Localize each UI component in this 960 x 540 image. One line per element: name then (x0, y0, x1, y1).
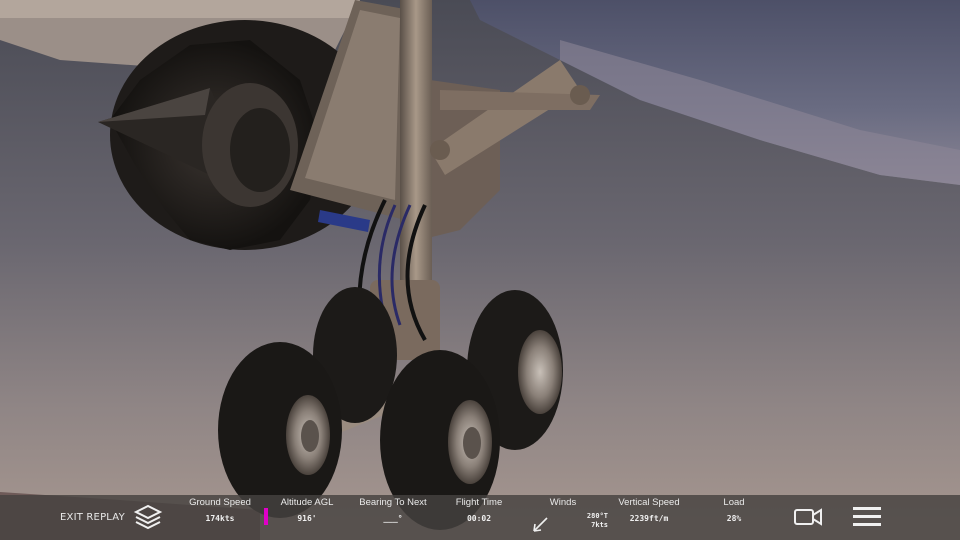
winds-stat: Winds (540, 497, 586, 508)
altitude-agl-label: Altitude AGL (280, 497, 334, 508)
flight-info-bar: EXIT REPLAY Ground Speed 174kts Altitude… (0, 495, 960, 540)
video-camera-icon[interactable] (793, 505, 823, 529)
hamburger-menu-icon[interactable] (852, 505, 882, 529)
winds-direction: 280°T (586, 512, 608, 520)
flight-time-stat: Flight Time 00:02 (448, 497, 510, 523)
layers-icon[interactable] (133, 502, 163, 532)
ground-speed-label: Ground Speed (189, 497, 251, 508)
vertical-speed-stat: Vertical Speed 2239ft/m (614, 497, 684, 523)
load-value: 28% (726, 514, 742, 523)
vertical-speed-value: 2239ft/m (629, 514, 669, 523)
altitude-agl-stat: Altitude AGL 916' (272, 497, 342, 523)
bearing-to-next-label: Bearing To Next (359, 497, 427, 508)
flight-time-label: Flight Time (455, 497, 503, 508)
ground-speed-value: 174kts (205, 514, 235, 523)
load-stat: Load 28% (714, 497, 754, 523)
winds-speed: 7kts (591, 521, 608, 529)
exit-replay-button[interactable]: EXIT REPLAY (60, 512, 125, 523)
flight-time-value: 00:02 (466, 514, 492, 523)
replay-scene (0, 0, 960, 540)
altitude-agl-value: 916' (297, 514, 317, 523)
main-strut (400, 0, 432, 300)
ground-speed-stat: Ground Speed 174kts (185, 497, 255, 523)
vertical-speed-label: Vertical Speed (618, 497, 680, 508)
bearing-to-next-stat: Bearing To Next ___° (356, 497, 430, 523)
wind-arrow-icon (530, 515, 550, 535)
bearing-to-next-value: ___° (383, 514, 403, 523)
altitude-indicator-bar (264, 508, 268, 525)
winds-values: 280°T 7kts (572, 512, 608, 530)
winds-label: Winds (549, 497, 577, 508)
load-label: Load (723, 497, 745, 508)
